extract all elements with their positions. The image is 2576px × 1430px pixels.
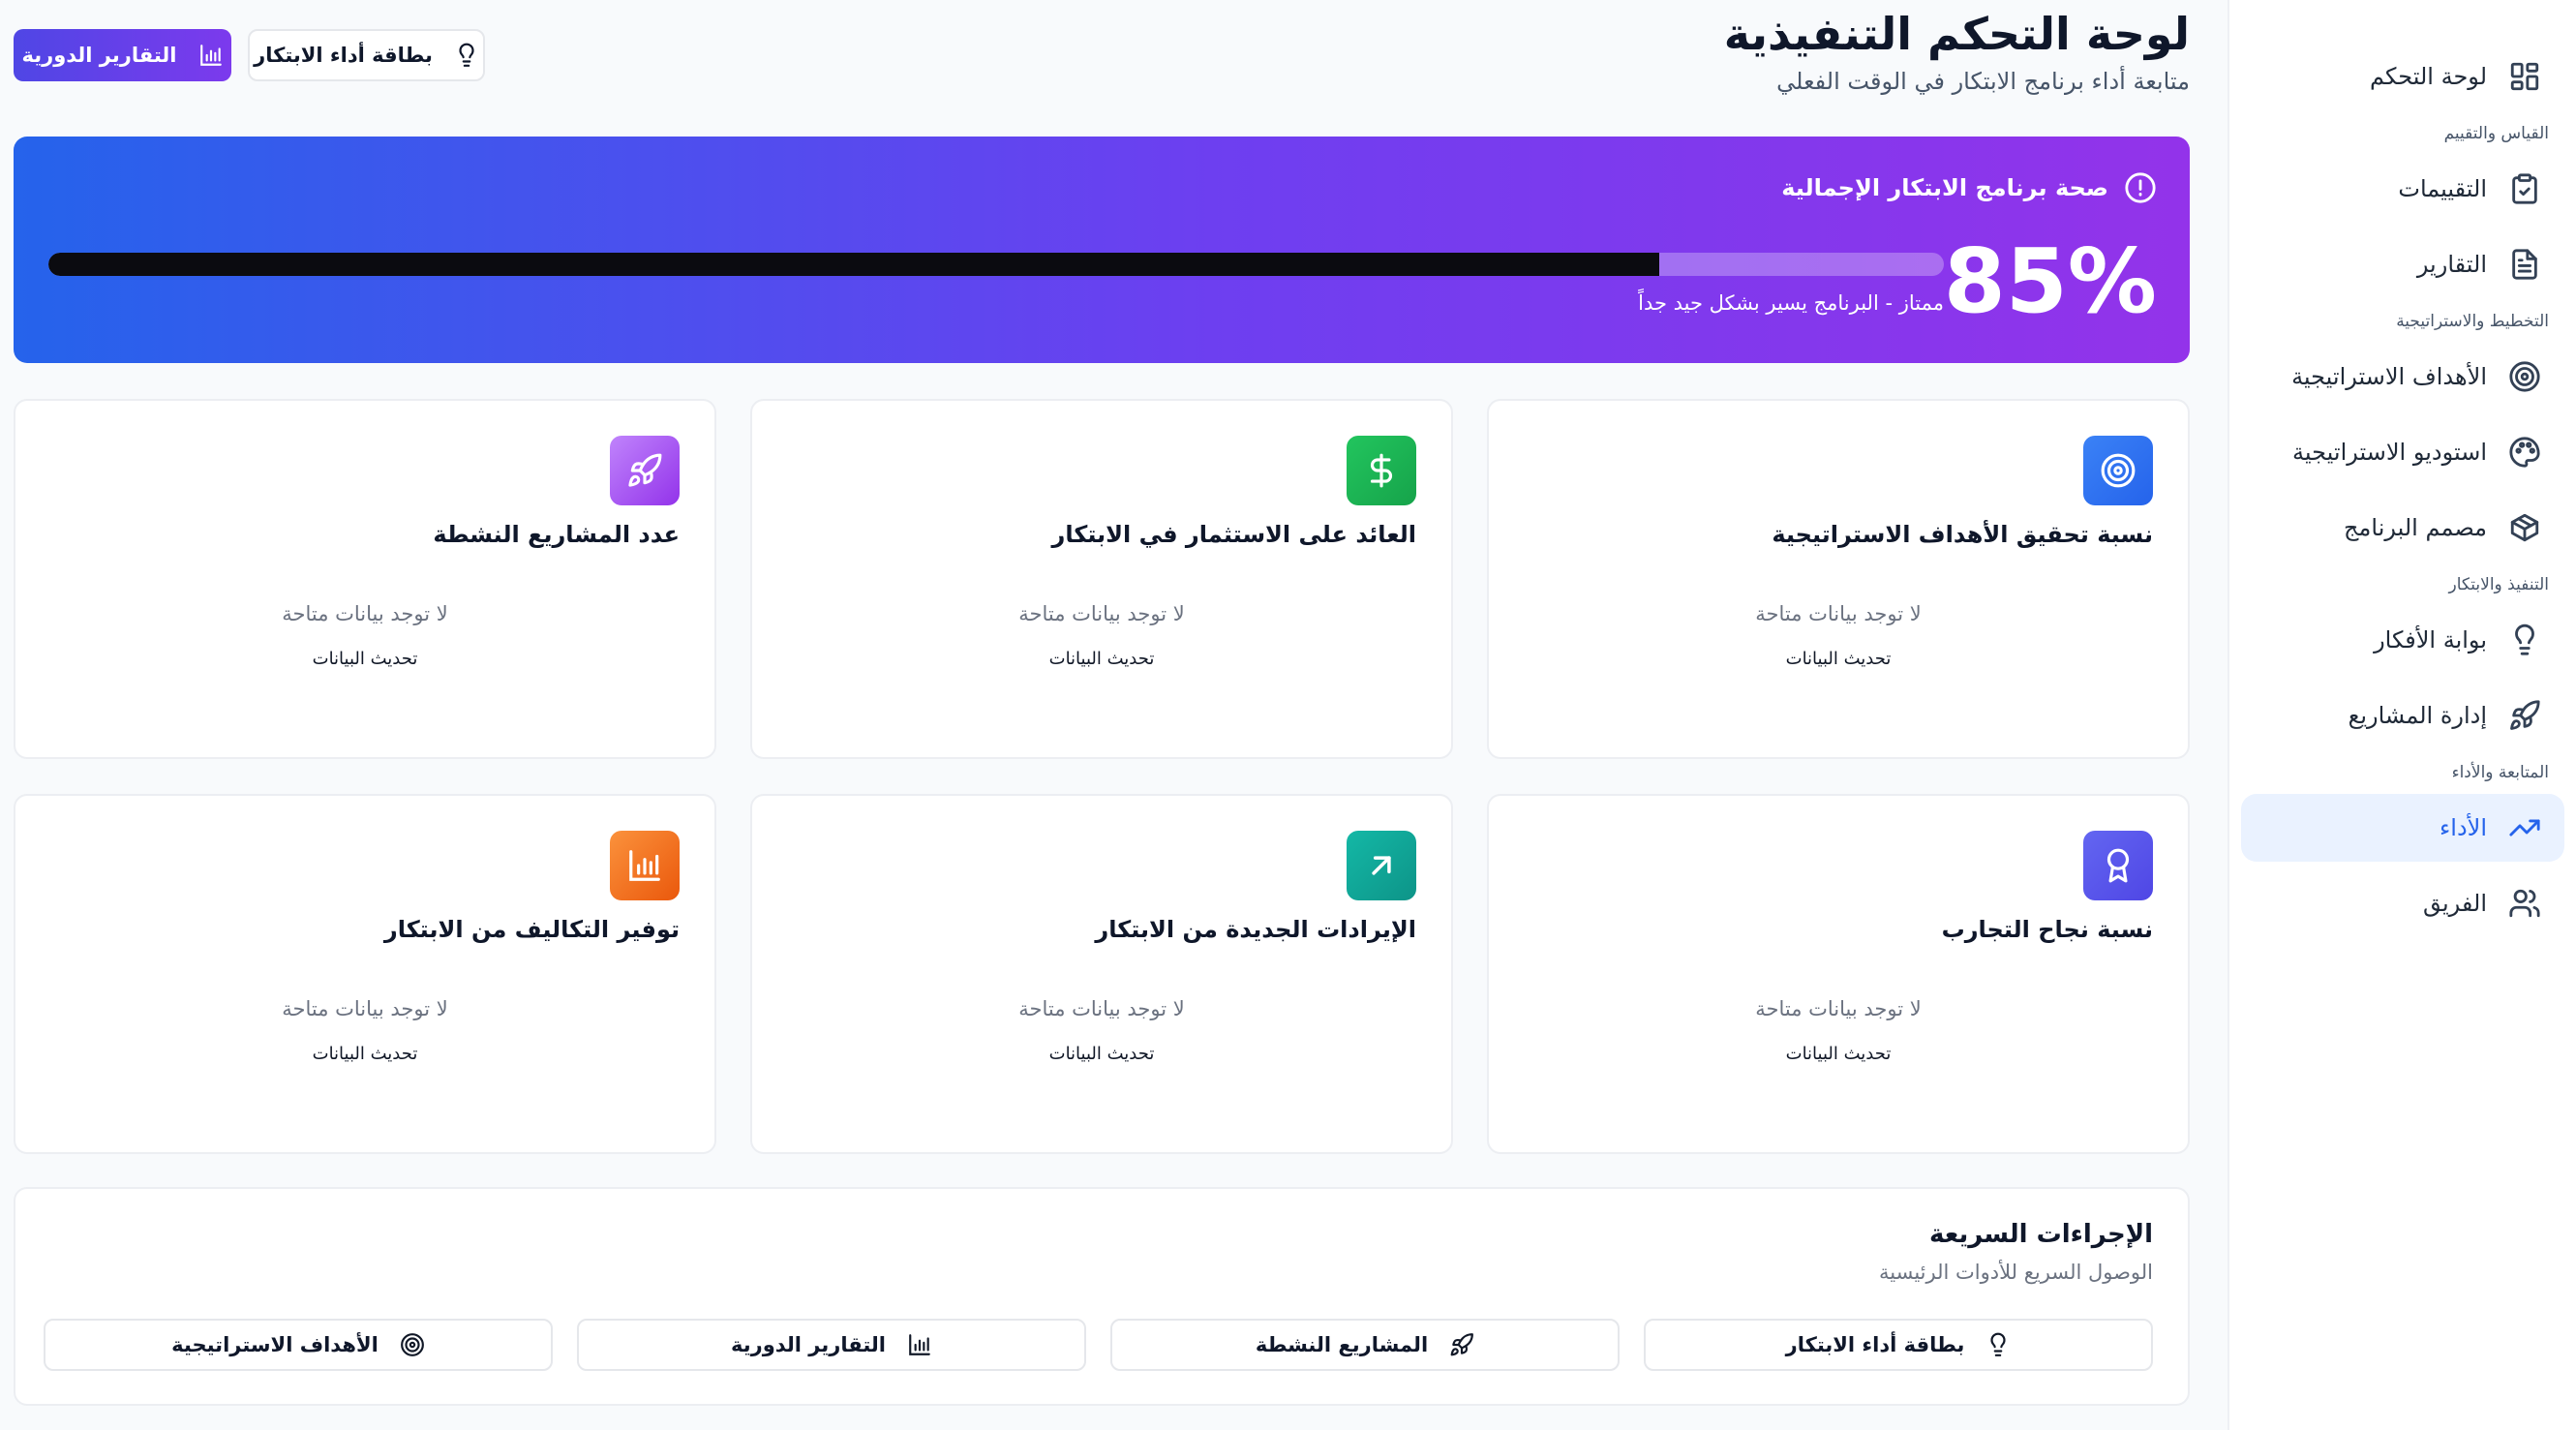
sidebar-item-ideas-portal[interactable]: بوابة الأفكار [2241,606,2564,674]
palette-icon [2508,436,2541,469]
refresh-data-button[interactable]: تحديث البيانات [313,649,418,669]
kpi-card-title: عدد المشاريع النشطة [433,521,680,548]
kpi-card-empty-state: لا توجد بيانات متاحة [1018,997,1185,1020]
refresh-data-button[interactable]: تحديث البيانات [1786,649,1892,669]
bar-chart-icon [198,43,224,68]
periodic-reports-label: التقارير الدورية [21,44,177,67]
sidebar-item-strategy-studio[interactable]: استوديو الاستراتيجية [2241,418,2564,486]
quick-action-label: التقارير الدورية [731,1333,886,1356]
kpi-card-empty-state: لا توجد بيانات متاحة [1755,602,1922,625]
quick-action-label: بطاقة أداء الابتكار [1785,1333,1965,1356]
bar-chart-icon [610,831,680,900]
sidebar-item-performance[interactable]: الأداء [2241,794,2564,862]
sidebar-item-label: لوحة التحكم [2370,63,2487,90]
kpi-card-empty-state: لا توجد بيانات متاحة [282,602,448,625]
alert-circle-icon [2124,171,2157,204]
health-score: 85% [1943,229,2157,333]
sidebar-item-label: استوديو الاستراتيجية [2292,439,2487,466]
sidebar-section-planning: التخطيط والاستراتيجية [2396,312,2549,331]
sidebar-item-evaluations[interactable]: التقييمات [2241,155,2564,223]
kpi-card-empty-state: لا توجد بيانات متاحة [1755,997,1922,1020]
kpi-card-empty-state: لا توجد بيانات متاحة [1018,602,1185,625]
sidebar-item-dashboard[interactable]: لوحة التحكم [2241,43,2564,110]
quick-action-strategic-goals[interactable]: الأهداف الاستراتيجية [44,1319,553,1371]
sidebar-item-strategic-goals[interactable]: الأهداف الاستراتيجية [2241,343,2564,411]
innovation-card-label: بطاقة أداء الابتكار [254,44,433,67]
refresh-data-button[interactable]: تحديث البيانات [1786,1044,1892,1064]
periodic-reports-button[interactable]: التقارير الدورية [14,29,231,81]
health-status-text: ممتاز - البرنامج يسير بشكل جيد جداً [1638,291,1944,315]
kpi-card-innovation-roi: العائد على الاستثمار في الابتكار لا توجد… [750,399,1453,759]
grid-icon [2508,60,2541,93]
quick-action-label: الأهداف الاستراتيجية [171,1333,379,1356]
health-title-row: صحة برنامج الابتكار الإجمالية [1781,171,2157,204]
sidebar-item-label: الفريق [2422,890,2487,917]
sidebar-item-label: الأداء [2440,814,2487,841]
kpi-card-title: نسبة نجاح التجارب [1941,916,2153,943]
kpi-card-new-revenue: الإيرادات الجديدة من الابتكار لا توجد بي… [750,794,1453,1154]
trending-up-icon [2508,811,2541,844]
kpi-card-empty-state: لا توجد بيانات متاحة [282,997,448,1020]
health-progress-bar [48,253,1944,276]
lightbulb-icon [2508,624,2541,656]
sidebar-item-label: الأهداف الاستراتيجية [2291,363,2487,390]
sidebar-item-project-management[interactable]: إدارة المشاريع [2241,682,2564,749]
sidebar-item-label: مصمم البرنامج [2344,514,2487,541]
sidebar-item-label: بوابة الأفكار [2374,626,2487,654]
sidebar-item-team[interactable]: الفريق [2241,869,2564,937]
kpi-card-title: نسبة تحقيق الأهداف الاستراتيجية [1772,521,2153,548]
sidebar-section-measurement: القياس والتقييم [2443,124,2549,143]
file-text-icon [2508,248,2541,281]
refresh-data-button[interactable]: تحديث البيانات [313,1044,418,1064]
target-icon [400,1332,425,1357]
sidebar-section-execution: التنفيذ والابتكار [2448,575,2550,594]
quick-actions-panel: الإجراءات السريعة الوصول السريع للأدوات … [14,1187,2190,1406]
sidebar-item-reports[interactable]: التقارير [2241,230,2564,298]
health-progress-fill [48,253,1660,276]
quick-action-periodic-reports[interactable]: التقارير الدورية [577,1319,1086,1371]
sidebar-section-monitoring: المتابعة والأداء [2451,763,2549,782]
lightbulb-icon [454,43,479,68]
users-icon [2508,887,2541,920]
clipboard-check-icon [2508,172,2541,205]
box-icon [2508,511,2541,544]
bar-chart-icon [907,1332,932,1357]
quick-action-innovation-card[interactable]: بطاقة أداء الابتكار [1644,1319,2153,1371]
rocket-icon [1449,1332,1474,1357]
target-icon [2508,360,2541,393]
kpi-card-experiment-success: نسبة نجاح التجارب لا توجد بيانات متاحة ت… [1487,794,2190,1154]
sidebar-item-program-designer[interactable]: مصمم البرنامج [2241,494,2564,562]
innovation-card-button[interactable]: بطاقة أداء الابتكار [248,29,485,81]
rocket-icon [2508,699,2541,732]
kpi-card-title: توفير التكاليف من الابتكار [383,916,680,943]
quick-action-label: المشاريع النشطة [1255,1333,1429,1356]
refresh-data-button[interactable]: تحديث البيانات [1049,649,1155,669]
page-subtitle: متابعة أداء برنامج الابتكار في الوقت الف… [1776,68,2190,95]
sidebar: لوحة التحكم القياس والتقييم التقييمات ال… [2227,0,2576,1430]
health-title: صحة برنامج الابتكار الإجمالية [1781,174,2108,201]
dollar-icon [1347,436,1416,505]
kpi-card-title: الإيرادات الجديدة من الابتكار [1095,916,1416,943]
quick-action-active-projects[interactable]: المشاريع النشطة [1110,1319,1620,1371]
sidebar-item-label: إدارة المشاريع [2348,702,2487,729]
sidebar-item-label: التقارير [2416,251,2487,278]
target-icon [2083,436,2153,505]
rocket-icon [610,436,680,505]
refresh-data-button[interactable]: تحديث البيانات [1049,1044,1155,1064]
main-content: لوحة التحكم التنفيذية متابعة أداء برنامج… [14,0,2190,1430]
sidebar-item-label: التقييمات [2398,175,2487,202]
kpi-card-title: العائد على الاستثمار في الابتكار [1051,521,1416,548]
lightbulb-icon [1985,1332,2011,1357]
kpi-card-strategic-goals: نسبة تحقيق الأهداف الاستراتيجية لا توجد … [1487,399,2190,759]
quick-actions-title: الإجراءات السريعة [1929,1220,2153,1249]
page-title: لوحة التحكم التنفيذية [1723,8,2190,60]
kpi-card-cost-savings: توفير التكاليف من الابتكار لا توجد بيانا… [14,794,716,1154]
award-icon [2083,831,2153,900]
program-health-banner: صحة برنامج الابتكار الإجمالية 85% ممتاز … [14,137,2190,363]
quick-actions-subtitle: الوصول السريع للأدوات الرئيسية [1879,1261,2153,1284]
kpi-card-active-projects: عدد المشاريع النشطة لا توجد بيانات متاحة… [14,399,716,759]
arrow-up-right-icon [1347,831,1416,900]
